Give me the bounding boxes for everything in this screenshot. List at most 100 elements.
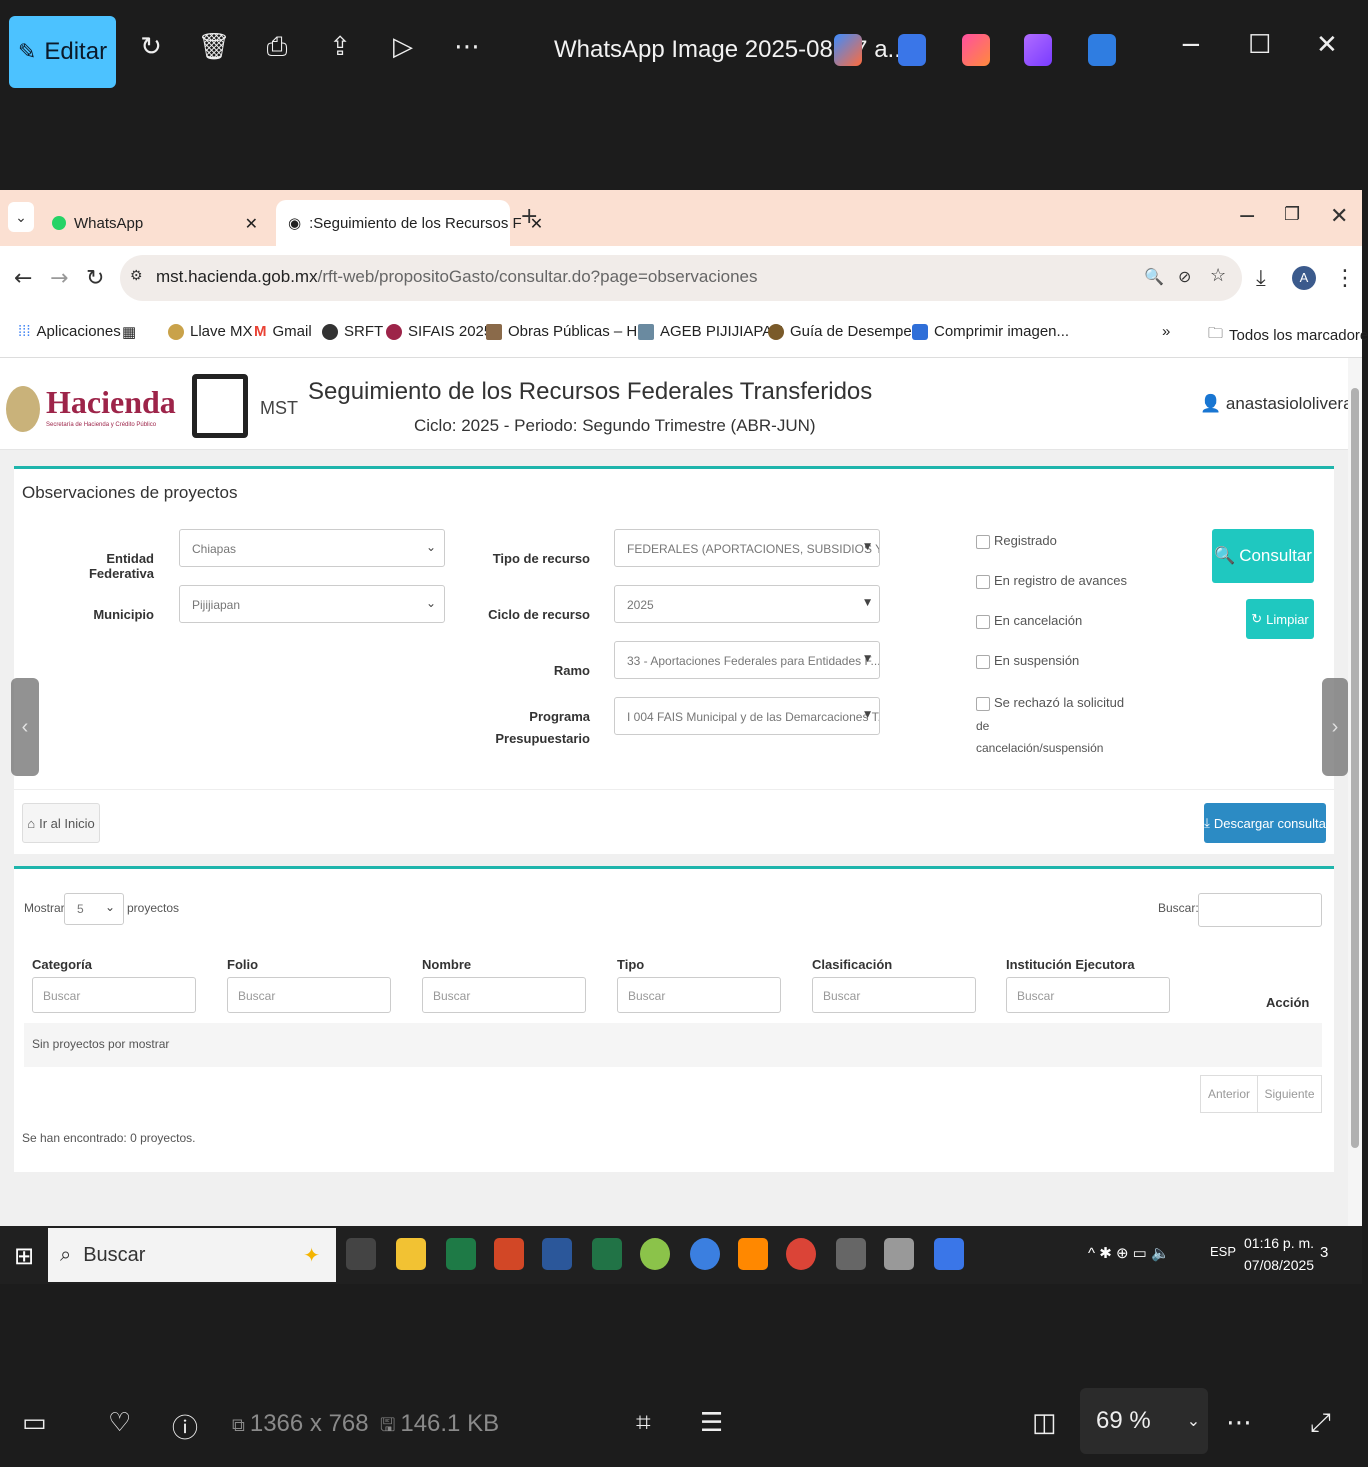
rotate-icon[interactable]: ↻ [134,30,168,64]
designer-icon[interactable] [898,34,926,66]
user-menu[interactable]: 👤 anastasiololiverai [1200,394,1348,414]
limpiar-button[interactable]: ↻ Limpiar [1246,599,1314,639]
consultar-button[interactable]: 🔍 Consultar [1212,529,1314,583]
text-scan-icon[interactable]: ☰ [700,1408,723,1438]
share-icon[interactable]: ⇪ [323,30,357,64]
checkbox[interactable] [976,575,990,589]
bookmark-llave[interactable]: Llave MX [168,323,253,340]
prev-image-icon[interactable]: ‹ [11,678,39,776]
forward-icon[interactable]: → [50,266,68,291]
col-header-nombre[interactable]: Nombre [422,957,471,972]
check-suspension[interactable]: En suspensión [976,653,1079,669]
delete-icon[interactable]: 🗑 [197,30,231,64]
bookmark-star-icon[interactable]: ☆ [1210,265,1226,286]
col-header-categoria[interactable]: Categoría [32,957,92,972]
tray-icons[interactable]: ^ ✱ ⊕ ▭ 🔈 [1088,1244,1170,1262]
col-header-folio[interactable]: Folio [227,957,258,972]
file-explorer-icon[interactable] [396,1238,426,1270]
url-field[interactable]: ⚙ mst.hacienda.gob.mx/rft-web/propositoG… [120,255,1242,301]
slideshow-icon[interactable]: ▷ [386,30,420,64]
scrollbar-thumb[interactable] [1351,388,1359,1148]
site-info-icon[interactable]: ⚙ [130,267,143,284]
heart-icon[interactable]: ♡ [108,1408,131,1438]
pagination-next[interactable]: Siguiente [1258,1075,1322,1113]
tab-seguimiento[interactable]: ◉ :Seguimiento de los Recursos F ✕ [276,200,543,246]
bookmark-all[interactable]: 🗀 Todos los marcadores [1208,323,1368,348]
tab-whatsapp[interactable]: WhatsApp ✕ [40,200,270,246]
checkbox[interactable] [976,535,990,549]
check-registro-avances[interactable]: En registro de avances [976,573,1127,589]
clipchamp-video-icon[interactable] [1024,34,1052,66]
copilot-icon[interactable] [834,34,862,66]
page-size-select[interactable]: 5 ⌄ [64,893,124,925]
checkbox[interactable] [976,697,990,711]
col-header-institucion[interactable]: Institución Ejecutora [1006,957,1135,972]
fullscreen-icon[interactable]: ⤢ [1310,1408,1331,1439]
next-image-icon[interactable]: › [1322,678,1348,776]
tracking-icon[interactable]: ⊘ [1178,267,1191,287]
minimize-icon[interactable]: − [1180,30,1202,60]
bookmark-guia[interactable]: Guía de Desempeño [768,323,928,340]
taskbar-search[interactable]: ⌕ Buscar ✦ [48,1228,336,1282]
page-scrollbar[interactable] [1348,358,1362,1226]
tab-search-icon[interactable]: ⌄ [8,202,34,232]
clipchamp-icon[interactable] [962,34,990,66]
reload-icon[interactable]: ↻ [86,266,104,291]
clock[interactable]: 01:16 p. m. 07/08/2025 [1244,1232,1314,1276]
back-icon[interactable]: ← [14,266,32,291]
chrome-icon[interactable] [786,1238,816,1270]
check-rechazo[interactable]: Se rechazó la solicitud [976,695,1124,711]
inicio-button[interactable]: ⌂ Ir al Inicio [22,803,100,843]
check-cancelacion[interactable]: En cancelación [976,613,1082,629]
checkbox[interactable] [976,615,990,629]
task-view-icon[interactable] [346,1238,376,1270]
close-icon[interactable]: ✕ [1330,204,1348,229]
descargar-button[interactable]: ⤓ Descargar consulta [1204,803,1326,843]
filter-tipo-input[interactable]: Buscar [617,977,781,1013]
word-icon[interactable] [542,1238,572,1270]
info-icon[interactable]: ⓘ [172,1408,198,1445]
col-header-tipo[interactable]: Tipo [617,957,644,972]
new-tab-icon[interactable]: + [520,204,538,229]
municipio-select[interactable]: Pijijiapan ⌄ [179,585,445,623]
app-blue-icon[interactable] [690,1238,720,1270]
bookmark-srft[interactable]: SRFT [322,323,383,340]
windows-start-icon[interactable]: ⊞ [14,1242,34,1270]
ciclo-select[interactable]: 2025 ▼ [614,585,880,623]
bookmark-obras[interactable]: Obras Públicas – H... [486,323,650,340]
powerpoint-icon[interactable] [494,1238,524,1270]
ramo-select[interactable]: 33 - Aportaciones Federales para Entidad… [614,641,880,679]
bookmark-grid[interactable]: ▦ [122,323,136,341]
edit-button[interactable]: ✎ Editar [9,16,116,88]
project-icon[interactable] [446,1238,476,1270]
app-designer-icon[interactable] [934,1238,964,1270]
filter-categoria-input[interactable]: Buscar [32,977,196,1013]
language-indicator[interactable]: ESP [1210,1244,1236,1259]
pagination-prev[interactable]: Anterior [1200,1075,1258,1113]
checkbox[interactable] [976,655,990,669]
filter-nombre-input[interactable]: Buscar [422,977,586,1013]
vlc-icon[interactable] [738,1238,768,1270]
calculator-icon[interactable] [836,1238,866,1270]
col-header-clasificacion[interactable]: Clasificación [812,957,892,972]
zoom-icon[interactable]: 🔍 [1144,267,1164,287]
bookmark-comprimir[interactable]: Comprimir imagen... [912,323,1069,340]
minimize-icon[interactable]: − [1238,204,1256,229]
menu-icon[interactable]: ⋮ [1334,266,1356,291]
check-registrado[interactable]: Registrado [976,533,1057,549]
tipo-recurso-select[interactable]: FEDERALES (APORTACIONES, SUBSIDIOS Y C..… [614,529,880,567]
fit-to-window-icon[interactable]: ◫ [1032,1408,1057,1438]
entidad-select[interactable]: Chiapas ⌄ [179,529,445,567]
filmstrip-icon[interactable]: ▭ [22,1408,47,1438]
bookmark-gmail[interactable]: M Gmail [254,323,312,340]
close-tab-icon[interactable]: ✕ [245,214,258,233]
filter-clasificacion-input[interactable]: Buscar [812,977,976,1013]
app-grey-icon[interactable] [884,1238,914,1270]
download-icon[interactable]: ⤓ [1256,266,1266,291]
bookmark-apps[interactable]: ⁞⁞⁞ Aplicaciones [18,323,121,340]
bookmark-sifais[interactable]: SIFAIS 2025 [386,323,492,340]
close-icon[interactable]: ✕ [1316,30,1338,60]
visual-search-icon[interactable]: ⌗ [636,1408,651,1439]
programa-select[interactable]: I 004 FAIS Municipal y de las Demarcacio… [614,697,880,735]
print-icon[interactable]: ⎙ [260,30,294,64]
